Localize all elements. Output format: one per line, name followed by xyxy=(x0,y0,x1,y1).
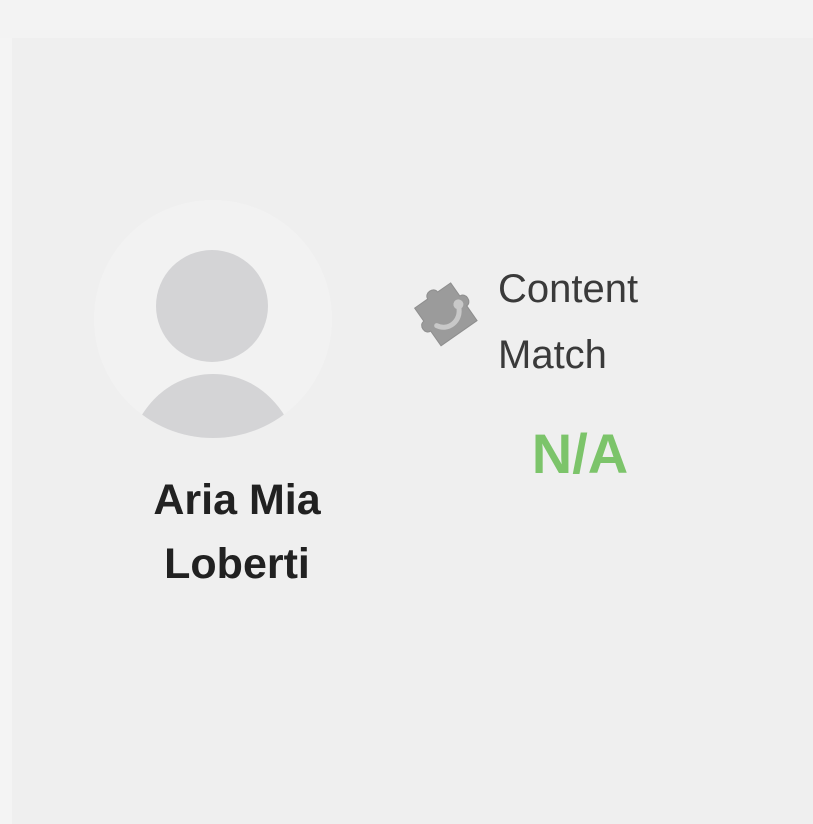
puzzle-piece-icon xyxy=(407,271,487,361)
avatar-icon xyxy=(94,200,332,438)
user-name: Aria Mia Loberti xyxy=(153,476,321,588)
content-match-label: Content Match xyxy=(498,267,639,377)
content-match-value: N/A xyxy=(531,422,629,485)
profile-card: Aria Mia Loberti Content Match N/A xyxy=(12,38,813,824)
top-strip xyxy=(0,0,813,38)
page: Aria Mia Loberti Content Match N/A xyxy=(0,0,813,824)
